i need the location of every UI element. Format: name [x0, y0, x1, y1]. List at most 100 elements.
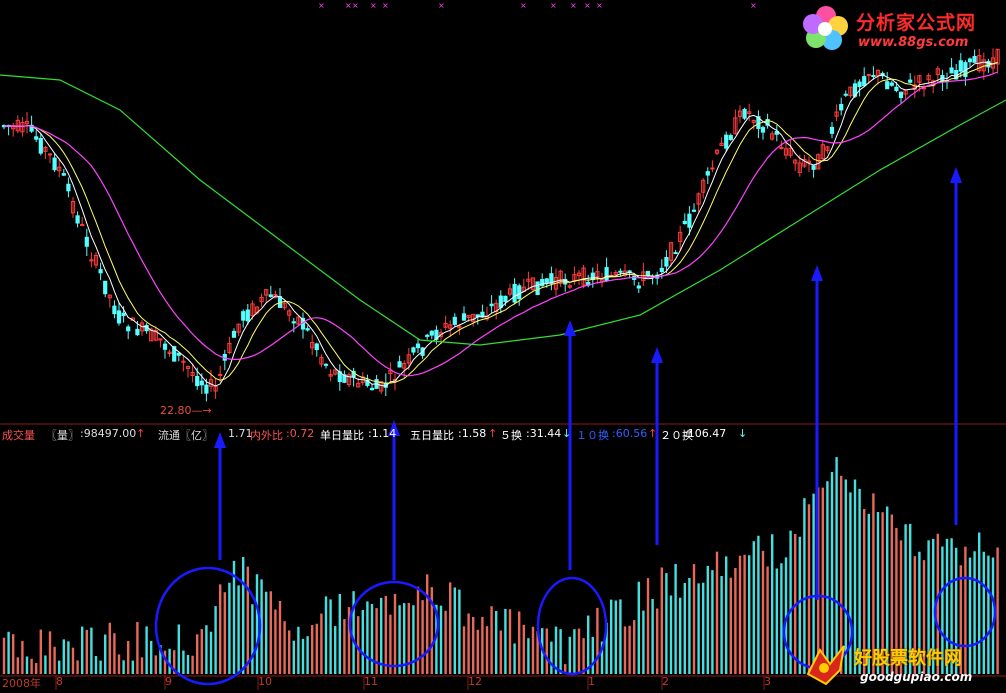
candle-body — [66, 183, 71, 192]
five-ratio-label: 五日量比 — [410, 429, 454, 442]
top-marker: × — [570, 1, 577, 10]
down-arrow-icon: ↓ — [738, 427, 748, 440]
candle-body — [843, 93, 848, 96]
x-tick-label: 3 — [764, 675, 771, 688]
candle-body — [47, 153, 53, 156]
candle-body — [323, 363, 329, 366]
candle-body — [116, 310, 122, 324]
low-price-value: 22.80 — [160, 404, 192, 417]
x-tick-label: 2 — [662, 675, 669, 688]
float-value: 1.71 — [228, 427, 253, 440]
turnover20-value: :106.47 — [684, 427, 727, 440]
top-marker: × — [520, 1, 527, 10]
candle-body — [195, 375, 200, 387]
candle-body — [682, 220, 687, 224]
candle-body — [724, 134, 729, 149]
candle-body — [38, 137, 43, 154]
watermark-bottom: 好股票软件网 goodgupiao.com — [800, 640, 1000, 692]
candle-body — [34, 136, 39, 140]
candle-body — [245, 309, 250, 322]
signal-arrow-head — [214, 432, 226, 448]
stock-chart: × × × × × × × × × × × × — [0, 1, 1006, 690]
x-tick-label: 2008年 — [2, 677, 41, 690]
candle-body — [636, 285, 641, 289]
candle-body — [889, 82, 894, 86]
candle-body — [162, 343, 168, 350]
top-marker: × — [382, 1, 389, 10]
candle-body — [967, 58, 973, 63]
bull-logo-icon — [806, 645, 845, 686]
candle-body — [204, 384, 209, 394]
watermark-top: 分析家公式网 www.88gs.com — [800, 2, 1000, 56]
candle-body — [121, 312, 126, 317]
single-ratio-label: 单日量比 — [320, 429, 364, 442]
candle-body — [673, 252, 678, 255]
watermark-top-url: www.88gs.com — [858, 35, 969, 50]
turnover10-label: １０换 — [576, 429, 609, 442]
low-price-marker: 22.80—→ — [160, 404, 212, 417]
candle-body — [857, 81, 862, 88]
candle-body — [305, 328, 310, 331]
flower-logo-icon — [803, 6, 848, 50]
top-marker: × — [750, 1, 757, 10]
candle-body — [291, 321, 296, 324]
top-marker: × — [438, 1, 445, 10]
candle-body — [429, 330, 434, 336]
x-tick-label: 12 — [468, 675, 482, 688]
candle-body — [498, 295, 503, 308]
up-arrow-icon: ↑ — [488, 427, 498, 440]
candle-body — [972, 55, 977, 63]
inout-label: 内外比 — [250, 429, 283, 442]
up-arrow-icon: ↑ — [648, 427, 658, 440]
candle-body — [241, 311, 246, 321]
five-ratio-value: :1.58 — [458, 427, 487, 440]
candle-body — [871, 75, 876, 78]
candle-body — [866, 74, 871, 77]
candle-body — [645, 270, 651, 277]
candle-body — [705, 171, 710, 176]
candle-body — [397, 361, 402, 368]
top-marker: × — [550, 1, 557, 10]
candle-body — [268, 294, 273, 298]
candle-body — [742, 108, 747, 119]
up-arrow-icon: ↑ — [136, 427, 146, 440]
volume-bracket: 〖量〗 — [46, 429, 79, 442]
candle-body — [415, 343, 421, 349]
candle-body — [728, 135, 733, 140]
candle-body — [503, 295, 508, 302]
candle-body — [112, 305, 117, 315]
top-marker: × — [352, 1, 359, 10]
x-tick-label: 11 — [364, 675, 378, 688]
candle-body — [231, 330, 237, 338]
x-tick-label: 9 — [165, 675, 172, 688]
turnover5-label: ５换 — [500, 429, 522, 442]
candle-body — [103, 280, 108, 295]
candle-body — [604, 267, 609, 282]
float-label: 流通〖亿〗 — [158, 429, 213, 442]
candle-body — [894, 86, 899, 91]
candle-body — [535, 281, 540, 296]
candle-body — [126, 326, 131, 332]
candle-body — [958, 60, 963, 72]
candle-body — [760, 127, 766, 133]
candle-body — [811, 165, 816, 170]
candle-body — [411, 347, 416, 353]
turnover5-value: :31.44 — [526, 427, 562, 440]
candle-body — [52, 157, 57, 171]
candle-body — [908, 79, 913, 83]
top-marker: × — [596, 1, 603, 10]
top-marker: × — [345, 1, 352, 10]
inout-value: :0.72 — [286, 427, 315, 440]
candle-body — [75, 215, 80, 224]
candle-body — [839, 103, 844, 111]
watermark-bottom-url: goodgupiao.com — [860, 670, 973, 684]
candle-body — [898, 91, 904, 99]
candle-body — [540, 279, 545, 287]
candle-body — [461, 313, 467, 321]
candle-body — [687, 213, 692, 228]
top-marker: × — [584, 1, 591, 10]
top-marker: × — [318, 1, 325, 10]
candle-body — [314, 343, 319, 351]
candle-body — [664, 256, 669, 267]
price-candles — [1, 48, 1000, 402]
